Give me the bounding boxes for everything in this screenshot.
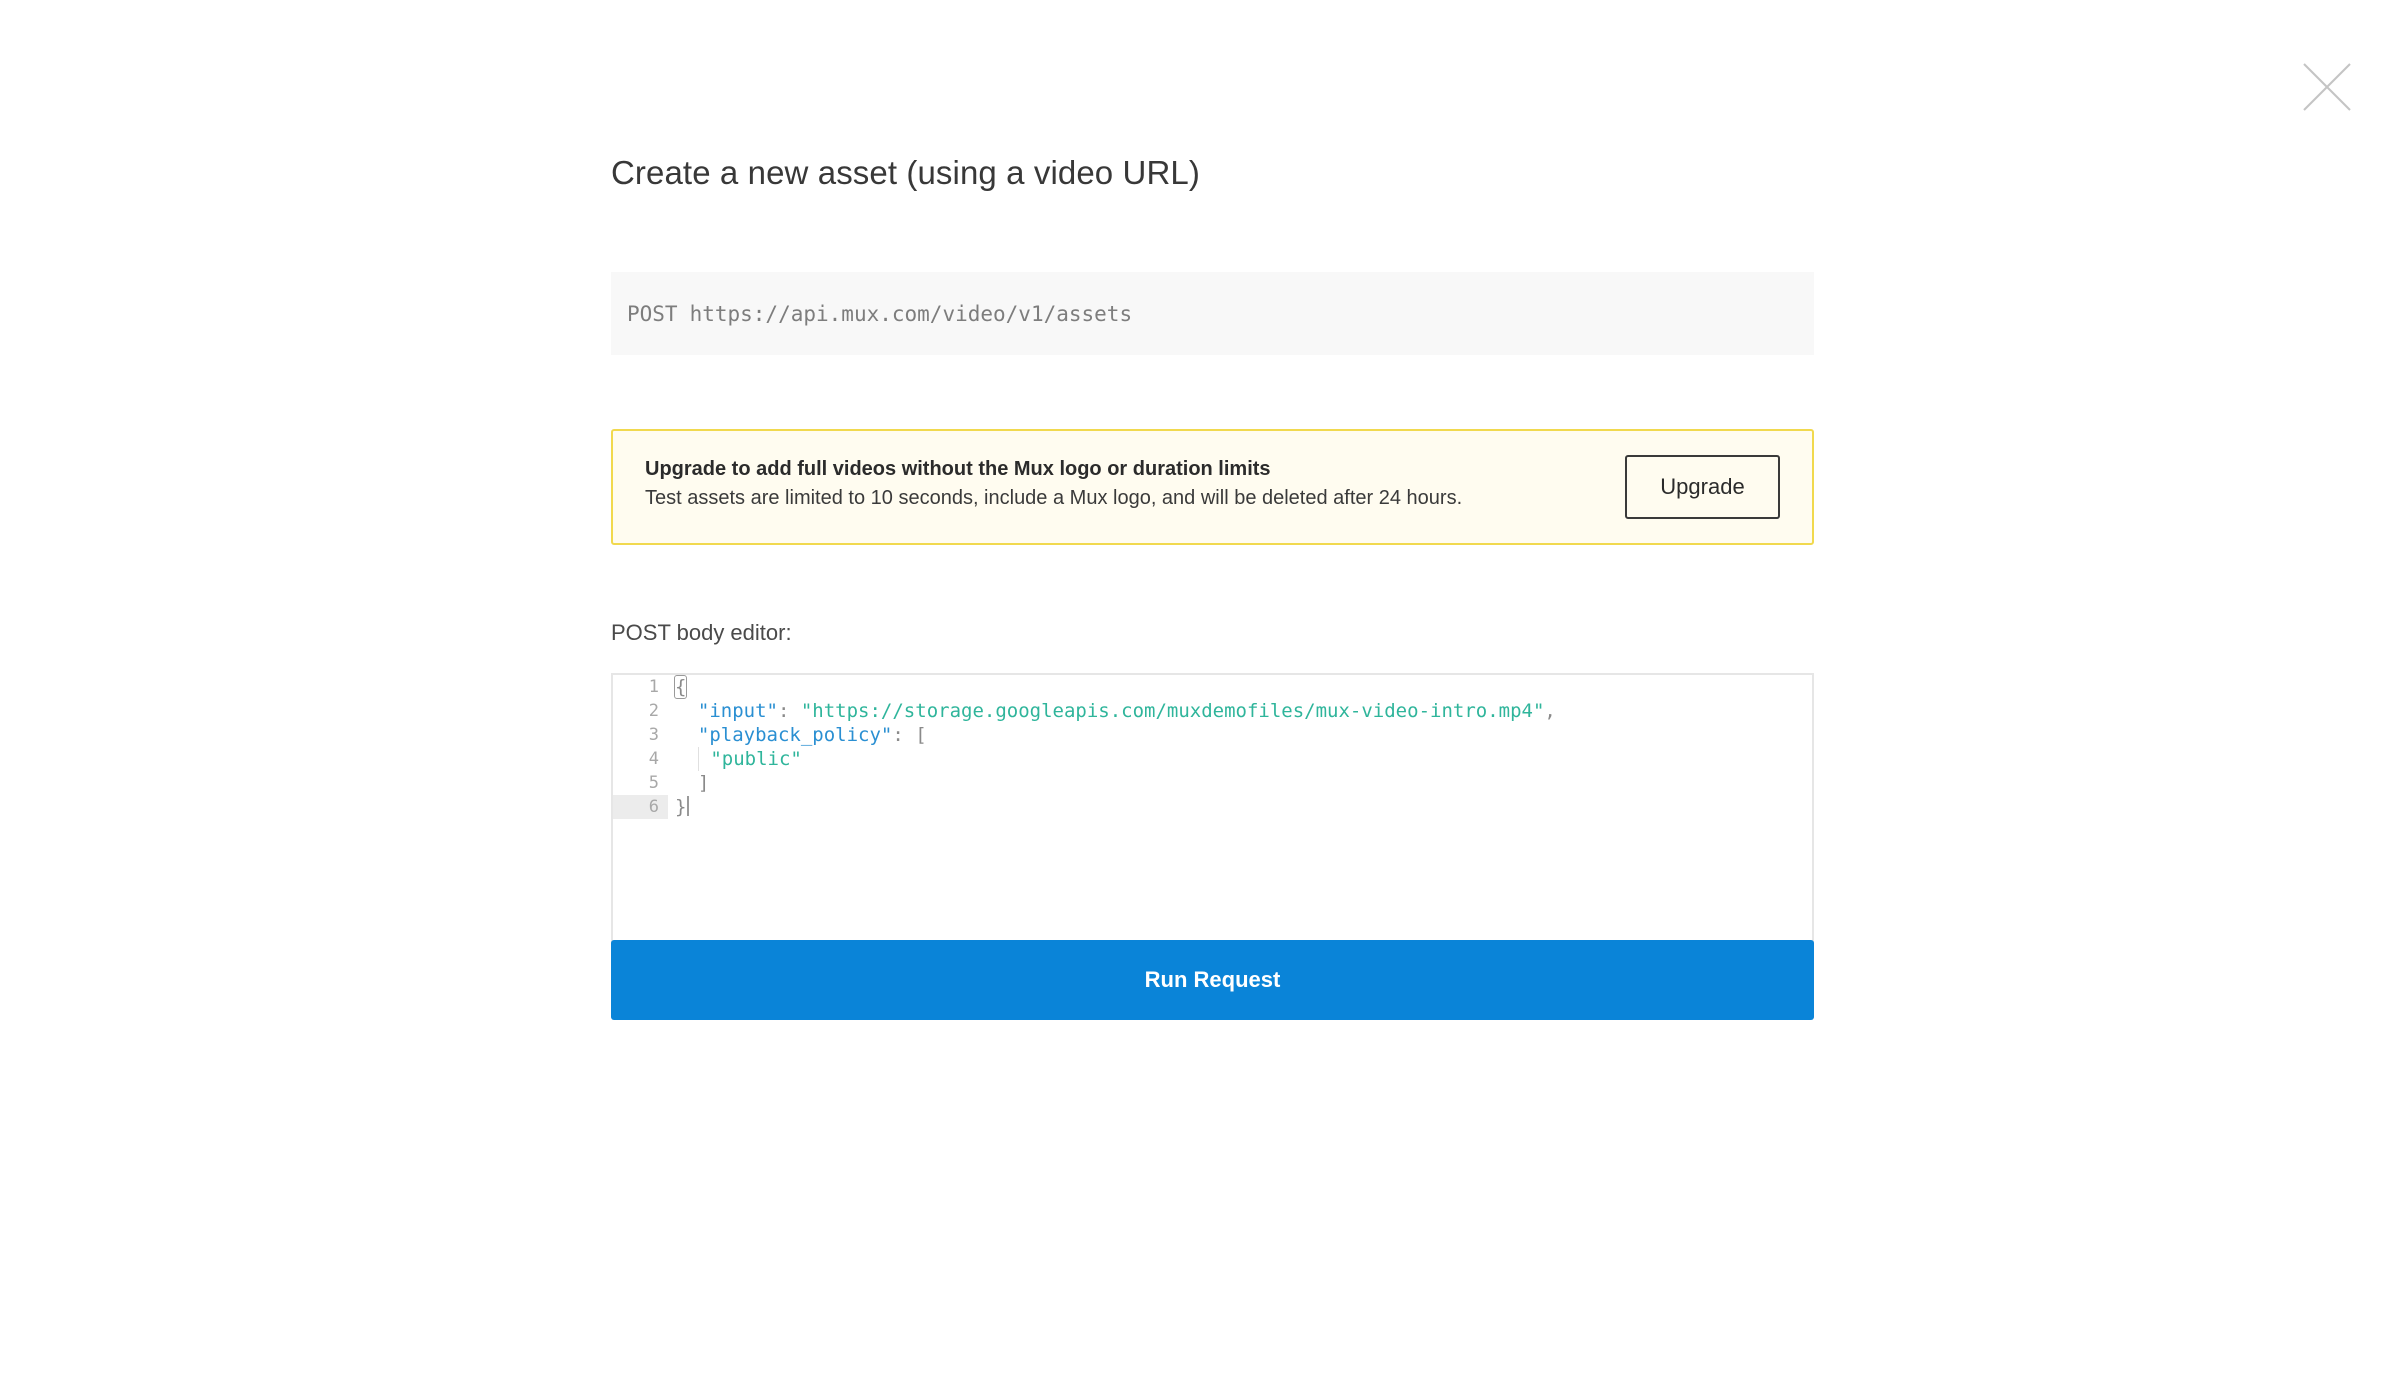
json-string: "public" (710, 748, 802, 770)
upgrade-banner-title: Upgrade to add full videos without the M… (645, 458, 1271, 480)
http-method: POST (627, 301, 678, 326)
upgrade-button[interactable]: Upgrade (1625, 455, 1780, 519)
json-colon: : (777, 700, 801, 722)
json-bracket: [ (915, 724, 927, 746)
indent-guide (697, 747, 699, 771)
json-bracket: ] (697, 772, 710, 794)
json-colon: : (892, 724, 916, 746)
json-brace: } (675, 796, 687, 818)
create-asset-modal: Create a new asset (using a video URL) P… (0, 0, 2400, 1379)
endpoint-display: POST https://api.mux.com/video/v1/assets (611, 272, 1814, 355)
code-line: 4 "public" (613, 747, 1812, 771)
json-comma: , (1544, 700, 1556, 722)
close-icon[interactable] (2302, 62, 2352, 112)
post-body-editor[interactable]: 1 { 2 "input": "https://storage.googleap… (611, 673, 1814, 943)
line-number: 5 (648, 773, 659, 793)
editor-label: POST body editor: (611, 620, 792, 645)
code-line: 1 { (613, 675, 1812, 699)
json-string: "https://storage.googleapis.com/muxdemof… (800, 700, 1545, 722)
json-key: "playback_policy" (697, 724, 893, 746)
code-line: 5 ] (613, 771, 1812, 795)
run-request-button[interactable]: Run Request (611, 940, 1814, 1020)
json-brace: { (673, 675, 688, 699)
json-key: "input" (697, 700, 778, 722)
line-number: 2 (648, 701, 659, 721)
code-line: 3 "playback_policy": [ (613, 723, 1812, 747)
text-cursor (687, 796, 690, 816)
upgrade-banner-text: Test assets are limited to 10 seconds, i… (645, 487, 1463, 509)
endpoint-url: https://api.mux.com/video/v1/assets (689, 301, 1133, 326)
code-line-active: 6 } (613, 795, 1812, 819)
line-number: 4 (648, 749, 659, 769)
line-number: 3 (648, 725, 659, 745)
upgrade-banner: Upgrade to add full videos without the M… (611, 429, 1814, 545)
line-number: 1 (648, 677, 659, 697)
modal-title: Create a new asset (using a video URL) (611, 154, 1200, 191)
code-line: 2 "input": "https://storage.googleapis.c… (613, 699, 1812, 723)
line-number: 6 (613, 795, 668, 819)
